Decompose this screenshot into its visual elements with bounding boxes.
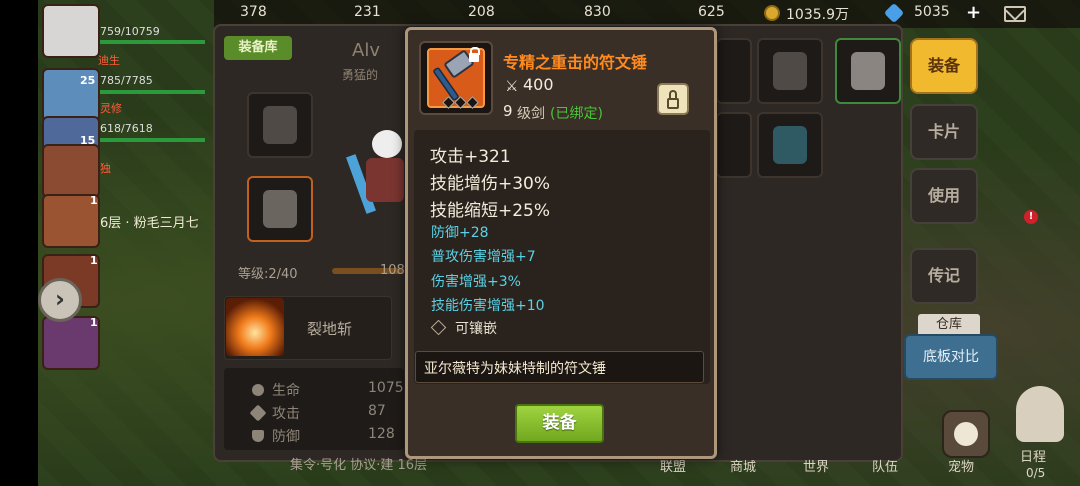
main-stat: 攻击+321	[430, 147, 511, 167]
member-hp: 785/7785	[100, 74, 153, 87]
sword-icon	[263, 106, 297, 144]
member-level: 15	[80, 134, 96, 147]
biography-tab-label: 传记	[927, 266, 960, 285]
floor-progress-text: 6层 · 粉毛三月七	[100, 216, 199, 231]
sub-stat: 普攻伤害增强+7	[431, 249, 536, 265]
sub-stat: 技能伤害增强+10	[431, 298, 545, 314]
heart-icon	[252, 384, 264, 396]
member-name: 独	[100, 162, 111, 175]
armor-slot[interactable]	[247, 176, 313, 242]
pet-button[interactable]	[942, 410, 990, 458]
world-nav[interactable]: 世界	[803, 456, 829, 475]
hero-head	[372, 130, 402, 158]
resource-count: 231	[354, 4, 381, 20]
shop-nav[interactable]: 商城	[730, 456, 756, 475]
chest-icon	[851, 52, 885, 90]
crossed-swords-icon: ⚔	[505, 77, 519, 95]
hero-body	[366, 158, 404, 202]
skill-name: 裂地斩	[307, 320, 353, 338]
gold-coin-icon	[764, 5, 780, 21]
expand-list-button[interactable]: ›	[38, 278, 82, 322]
biography-tab-button[interactable]: 传记	[910, 248, 978, 304]
member-level: 1	[90, 316, 98, 329]
necklace-icon	[773, 126, 807, 164]
alert-badge: !	[1024, 210, 1038, 224]
schedule-label: 日程	[1020, 450, 1047, 465]
hero-name: Alv	[352, 40, 380, 61]
lock-item-button[interactable]	[657, 83, 689, 115]
member-hp: 759/10759	[100, 25, 160, 38]
add-diamond-button[interactable]: +	[966, 2, 981, 23]
item-level: 9	[503, 102, 513, 120]
team-member[interactable]: 15	[38, 130, 213, 198]
hero-title: 勇猛的	[342, 68, 379, 82]
member-level: 25	[80, 74, 96, 87]
lock-icon	[667, 98, 679, 109]
sub-stat: 防御+28	[431, 225, 489, 241]
equip-tab-label: 装备	[927, 56, 960, 75]
team-nav[interactable]: 队伍	[872, 456, 898, 475]
stat-label: 攻击	[272, 406, 300, 422]
warehouse-button[interactable]: 仓库	[918, 314, 980, 336]
stat-label: 生命	[272, 383, 300, 399]
helmet-slot[interactable]	[757, 38, 823, 104]
item-name: 专精之重击的符文锤	[503, 53, 648, 72]
lock-icon	[469, 47, 480, 62]
shield-icon	[252, 430, 264, 442]
screen-edge	[0, 0, 38, 486]
paw-icon	[954, 422, 978, 446]
mail-icon[interactable]	[1004, 6, 1026, 22]
weapon-slot[interactable]	[247, 92, 313, 158]
armor-icon	[263, 190, 297, 228]
stat-value: 87	[368, 403, 386, 419]
equipment-library-tab[interactable]: 装备库	[224, 36, 292, 60]
item-power: 400	[523, 75, 554, 94]
necklace-slot[interactable]	[757, 112, 823, 178]
hero-level-exp: 108	[380, 263, 405, 278]
chest-slot[interactable]	[835, 38, 901, 104]
use-tab-button[interactable]: 使用	[910, 168, 978, 224]
hero-sprite	[346, 130, 412, 220]
team-list: 759/10759 25 785/7785 618/7618 15 1 1 1	[38, 0, 213, 486]
resource-count: 625	[698, 4, 725, 20]
diamond-count: 5035	[914, 4, 950, 20]
member-portrait	[42, 4, 100, 58]
schedule-count: 0/5	[1026, 466, 1046, 480]
compare-button[interactable]: 底板对比	[904, 334, 998, 380]
member-level: 1	[90, 194, 98, 207]
bound-status: (已绑定)	[550, 106, 603, 122]
team-member[interactable]: 759/10759	[38, 0, 213, 60]
stat-value: 1075	[368, 380, 404, 396]
card-tab-label: 卡片	[927, 122, 960, 141]
helmet-icon	[773, 52, 807, 90]
gold-count: 1035.9万	[786, 7, 849, 23]
resource-count: 378	[240, 4, 267, 20]
member-level: 1	[90, 254, 98, 267]
member-hp-bar	[100, 40, 205, 44]
accessory-slot[interactable]	[716, 38, 752, 104]
sub-stat: 伤害增强+3%	[431, 274, 521, 290]
main-stat: 技能缩短+25%	[430, 201, 551, 221]
stat-value: 128	[368, 426, 395, 442]
resource-count: 208	[468, 4, 495, 20]
equip-tab-button[interactable]: 装备	[910, 38, 978, 94]
member-name: 迪生	[98, 54, 120, 67]
use-tab-label: 使用	[927, 186, 960, 205]
ring-slot[interactable]	[716, 112, 752, 178]
member-hp-bar	[100, 90, 205, 94]
card-tab-button[interactable]: 卡片	[910, 104, 978, 160]
item-description: 亚尔薇特为妹妹特制的符文锤	[424, 361, 606, 377]
main-stat: 技能增伤+30%	[430, 174, 551, 194]
equip-button[interactable]: 装备	[515, 404, 604, 443]
stat-label: 防御	[272, 429, 300, 445]
resource-count: 830	[584, 4, 611, 20]
socket-status: 可镶嵌	[455, 321, 497, 337]
schedule-avatar	[1016, 386, 1064, 442]
item-type: 级剑	[517, 106, 545, 122]
member-name: 灵修	[100, 102, 122, 115]
pet-label: 宠物	[948, 460, 975, 475]
ground-slam-skill-icon	[226, 298, 284, 356]
hero-level: 等级:2/40	[238, 267, 298, 282]
